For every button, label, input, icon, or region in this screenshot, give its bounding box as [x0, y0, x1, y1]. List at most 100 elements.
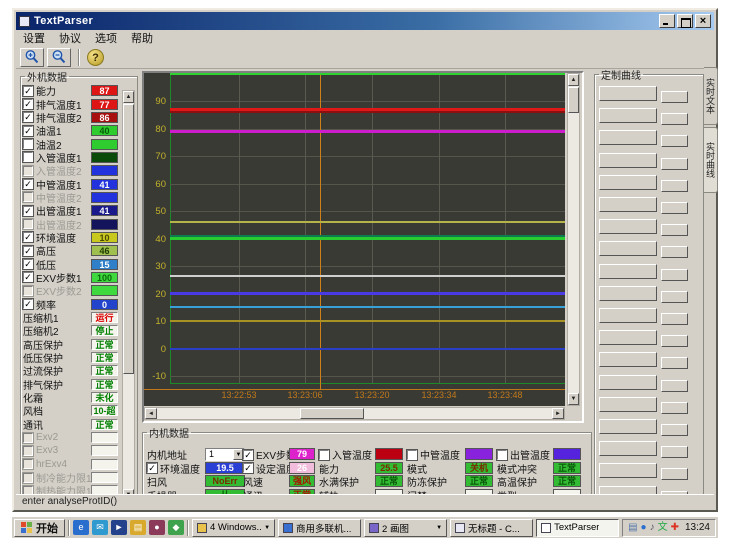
- scroll-up-icon[interactable]: ▲: [568, 74, 579, 86]
- outlook-icon[interactable]: ✉: [92, 520, 108, 535]
- chart-hscrollbar[interactable]: ◄ ►: [144, 407, 565, 420]
- time-cursor-line[interactable]: [320, 73, 321, 390]
- checkbox[interactable]: [23, 192, 33, 202]
- curve-value-button[interactable]: [661, 224, 688, 236]
- messenger-tray-icon[interactable]: ●: [641, 520, 647, 536]
- checkbox[interactable]: [497, 450, 507, 460]
- scroll-thumb[interactable]: [568, 87, 579, 113]
- checkbox[interactable]: [23, 219, 33, 229]
- curve-slot-button[interactable]: [599, 108, 657, 123]
- minimize-button[interactable]: [659, 14, 675, 28]
- scroll-thumb[interactable]: [300, 408, 364, 419]
- indoor-address-dropdown[interactable]: 1▼: [205, 448, 245, 461]
- curve-value-button[interactable]: [661, 468, 688, 480]
- curve-value-button[interactable]: [661, 357, 688, 369]
- ime-icon[interactable]: 文: [658, 520, 668, 536]
- curve-slot-button[interactable]: [599, 352, 657, 367]
- taskbar-button[interactable]: 2 画图▼: [364, 519, 447, 537]
- curve-value-button[interactable]: [661, 313, 688, 325]
- curve-value-button[interactable]: [661, 424, 688, 436]
- curve-value-button[interactable]: [661, 113, 688, 125]
- zoom-out-button[interactable]: [47, 48, 71, 67]
- checkbox[interactable]: [23, 286, 33, 296]
- checkbox[interactable]: [23, 446, 33, 456]
- ie-icon[interactable]: e: [73, 520, 89, 535]
- checkbox[interactable]: ✓: [23, 112, 33, 122]
- taskbar-button[interactable]: 无标题 - C...: [450, 519, 533, 537]
- taskbar-button[interactable]: 商用多联机...: [278, 519, 361, 537]
- curve-value-button[interactable]: [661, 291, 688, 303]
- curve-slot-button[interactable]: [599, 330, 657, 345]
- checkbox[interactable]: ✓: [23, 232, 33, 242]
- curve-slot-button[interactable]: [599, 86, 657, 101]
- checkbox[interactable]: ✓: [147, 463, 157, 473]
- tab-realtime-text[interactable]: 实时文本: [704, 67, 718, 125]
- checkbox[interactable]: [23, 166, 33, 176]
- curve-slot-button[interactable]: [599, 130, 657, 145]
- messenger-icon[interactable]: ◆: [168, 520, 184, 535]
- notes-icon[interactable]: ▤: [130, 520, 146, 535]
- checkbox[interactable]: ✓: [23, 246, 33, 256]
- scroll-left-icon[interactable]: ◄: [145, 408, 157, 419]
- volume-icon[interactable]: ♪: [650, 520, 655, 536]
- curve-slot-button[interactable]: [599, 175, 657, 190]
- curve-value-button[interactable]: [661, 135, 688, 147]
- zoom-in-button[interactable]: [20, 48, 44, 67]
- curve-slot-button[interactable]: [599, 153, 657, 168]
- checkbox[interactable]: [407, 450, 417, 460]
- menu-item-设置[interactable]: 设置: [16, 29, 52, 47]
- curve-value-button[interactable]: [661, 180, 688, 192]
- curve-slot-button[interactable]: [599, 219, 657, 234]
- checkbox[interactable]: [23, 433, 33, 443]
- curve-value-button[interactable]: [661, 335, 688, 347]
- curve-value-button[interactable]: [661, 91, 688, 103]
- curve-value-button[interactable]: [661, 402, 688, 414]
- curve-slot-button[interactable]: [599, 264, 657, 279]
- scroll-down-icon[interactable]: ▼: [568, 393, 579, 405]
- checkbox[interactable]: ✓: [243, 463, 253, 473]
- curve-slot-button[interactable]: [599, 241, 657, 256]
- curve-value-button[interactable]: [661, 202, 688, 214]
- media-player-icon[interactable]: ►: [111, 520, 127, 535]
- start-button[interactable]: 开始: [14, 519, 65, 537]
- checkbox[interactable]: [319, 450, 329, 460]
- menu-item-帮助[interactable]: 帮助: [124, 29, 160, 47]
- checkbox[interactable]: ✓: [23, 299, 33, 309]
- curve-value-button[interactable]: [661, 158, 688, 170]
- plot-area[interactable]: 9080706050403020100-1013:22:5313:23:0613…: [144, 73, 565, 406]
- help-button[interactable]: ?: [87, 49, 104, 66]
- maximize-button[interactable]: [677, 14, 693, 28]
- antivirus-icon[interactable]: ✚: [671, 520, 679, 536]
- taskbar-button[interactable]: TextParser: [536, 519, 619, 537]
- taskbar-button[interactable]: 4 Windows...▼: [192, 519, 275, 537]
- checkbox[interactable]: ✓: [243, 450, 253, 460]
- curve-slot-button[interactable]: [599, 419, 657, 434]
- chart-vscrollbar[interactable]: ▲ ▼: [567, 73, 580, 406]
- curve-slot-button[interactable]: [599, 397, 657, 412]
- checkbox[interactable]: ✓: [23, 126, 33, 136]
- checkbox[interactable]: ✓: [23, 272, 33, 282]
- curve-slot-button[interactable]: [599, 375, 657, 390]
- checkbox[interactable]: [23, 152, 33, 162]
- curve-value-button[interactable]: [661, 380, 688, 392]
- curve-slot-button[interactable]: [599, 286, 657, 301]
- checkbox[interactable]: ✓: [23, 206, 33, 216]
- checkbox[interactable]: ✓: [23, 179, 33, 189]
- curve-value-button[interactable]: [661, 269, 688, 281]
- tab-realtime-curve[interactable]: 实时曲线: [704, 127, 718, 193]
- checkbox[interactable]: [23, 473, 33, 483]
- checkbox[interactable]: ✓: [23, 99, 33, 109]
- outdoor-scrollbar[interactable]: ▲ ▼: [122, 90, 135, 502]
- menu-item-协议[interactable]: 协议: [52, 29, 88, 47]
- printer-icon[interactable]: ▤: [628, 520, 637, 536]
- checkbox[interactable]: [23, 459, 33, 469]
- curve-slot-button[interactable]: [599, 197, 657, 212]
- checkbox[interactable]: ✓: [23, 259, 33, 269]
- menu-item-选项[interactable]: 选项: [88, 29, 124, 47]
- checkbox[interactable]: [23, 139, 33, 149]
- security-icon[interactable]: ●: [149, 520, 165, 535]
- curve-slot-button[interactable]: [599, 441, 657, 456]
- close-button[interactable]: ×: [695, 14, 711, 28]
- curve-value-button[interactable]: [661, 446, 688, 458]
- checkbox[interactable]: ✓: [23, 86, 33, 96]
